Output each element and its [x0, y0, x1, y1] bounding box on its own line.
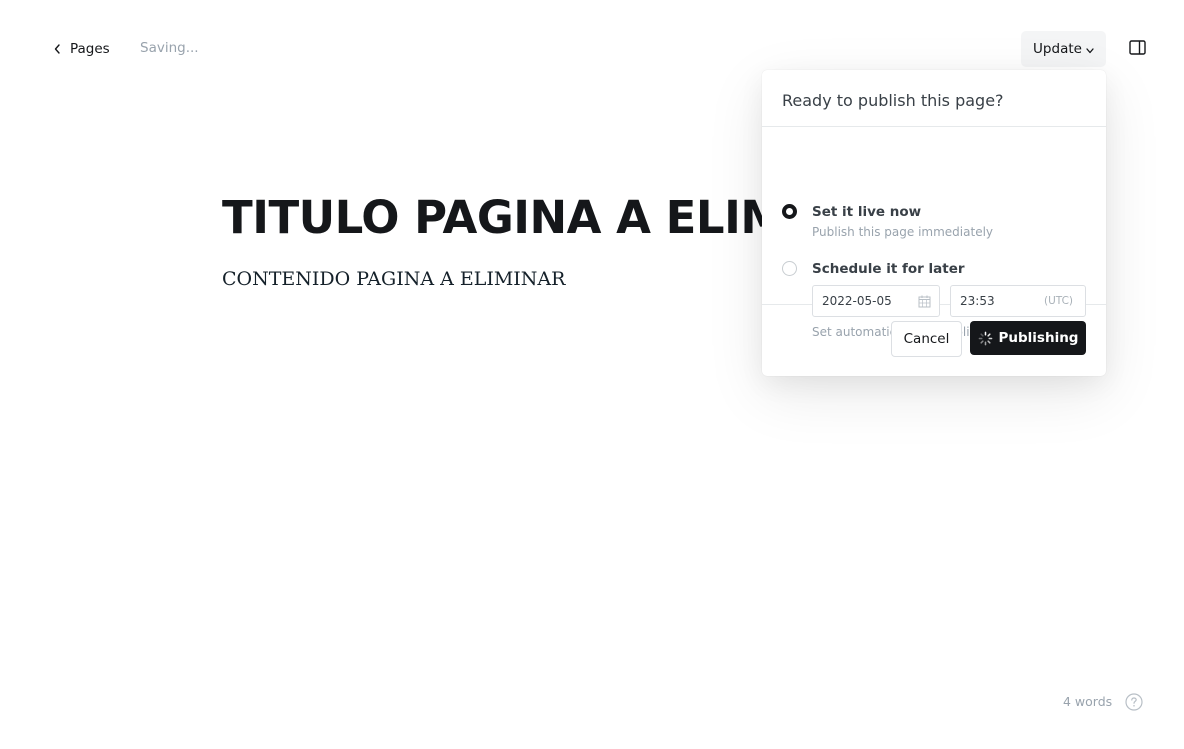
chevron-down-icon	[1086, 44, 1094, 54]
option-title-schedule[interactable]: Schedule it for later	[812, 261, 965, 277]
radio-set-live-now[interactable]	[782, 204, 797, 219]
publish-heading: Ready to publish this page?	[762, 70, 1106, 127]
editor-app: Pages Saving... Update TITULO PAGINA A E…	[0, 0, 1184, 749]
publish-footer: Cancel Publishing	[762, 305, 1106, 375]
publish-button[interactable]: Publishing	[970, 321, 1086, 355]
publish-button-label: Publishing	[998, 330, 1079, 346]
save-status: Saving...	[140, 40, 199, 56]
radio-schedule-later[interactable]	[782, 261, 797, 276]
spinner-icon	[978, 331, 993, 346]
page-body[interactable]: CONTENIDO PAGINA A ELIMINAR	[222, 266, 565, 292]
publish-popover: Ready to publish this page? Set it live …	[762, 70, 1106, 376]
back-link-label: Pages	[70, 41, 110, 57]
word-count: 4 words	[1063, 694, 1113, 709]
publish-options: Set it live now Publish this page immedi…	[762, 127, 1106, 339]
help-icon[interactable]	[1125, 693, 1143, 711]
sidebar-toggle-icon[interactable]	[1129, 40, 1146, 56]
update-button-label: Update	[1033, 41, 1082, 57]
option-title-live-now[interactable]: Set it live now	[812, 204, 921, 220]
update-button[interactable]: Update	[1021, 31, 1106, 67]
back-to-pages-link[interactable]: Pages	[54, 39, 110, 59]
cancel-button[interactable]: Cancel	[891, 321, 962, 357]
option-desc-live-now: Publish this page immediately	[812, 225, 994, 239]
chevron-left-icon	[54, 44, 61, 54]
